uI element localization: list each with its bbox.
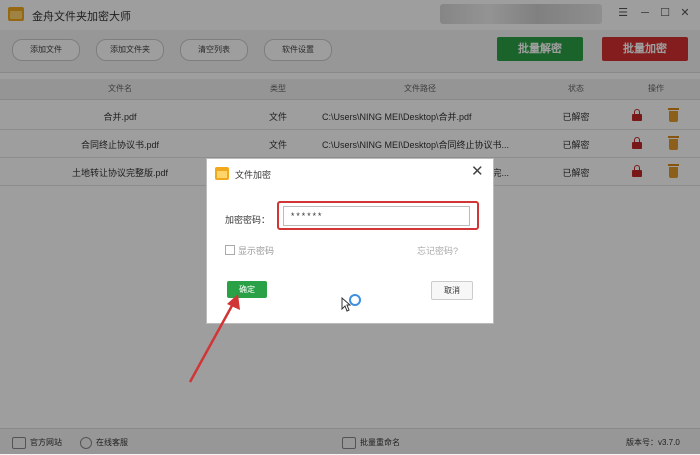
annotation-arrow xyxy=(188,294,240,383)
app-window: 金舟文件夹加密大师 ☰ ─ ☐ ✕ 添加文件 添加文件夹 清空列表 软件设置 批… xyxy=(0,0,700,455)
